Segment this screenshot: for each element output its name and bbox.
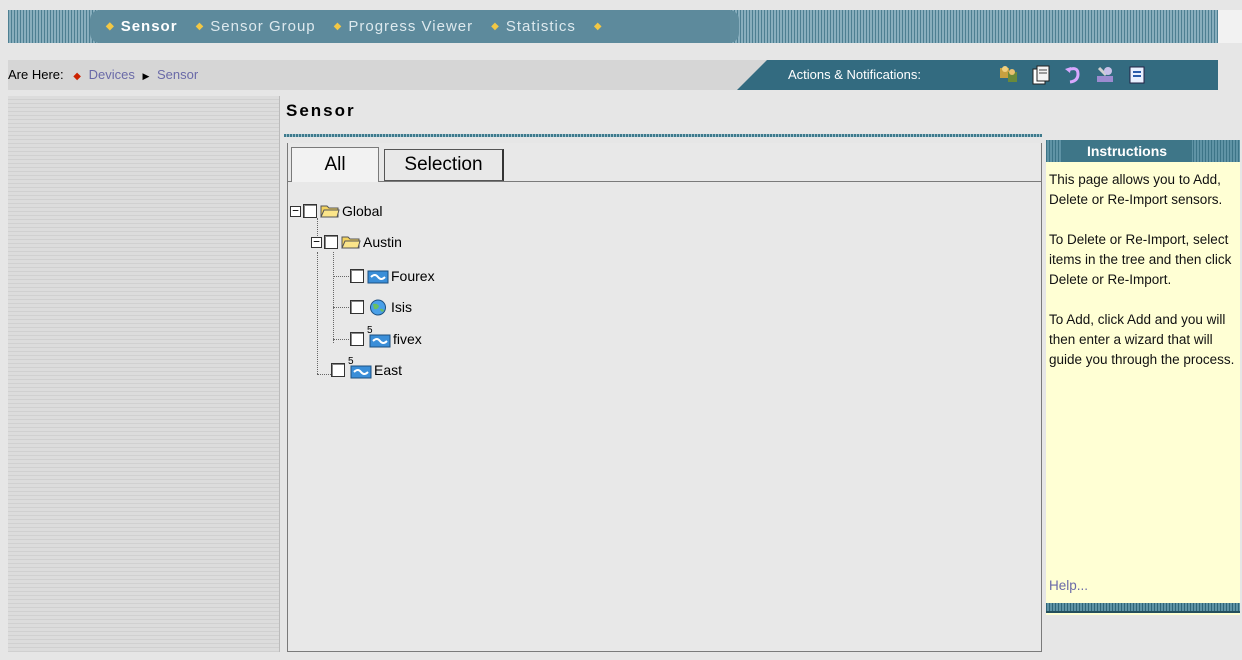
top-nav-bar: ◆ Sensor ◆ Sensor Group ◆ Progress Viewe…: [0, 0, 1242, 54]
tab-label: Progress Viewer: [348, 18, 474, 35]
tree-node-isis[interactable]: Isis: [350, 297, 412, 317]
tree-panel: [287, 143, 1042, 652]
tree-node-label: Global: [342, 203, 383, 219]
folder-open-icon: [320, 205, 340, 218]
tree-node-austin[interactable]: − Austin: [311, 232, 402, 252]
notepad-icon[interactable]: [1126, 64, 1148, 86]
instructions-title: Instructions: [1062, 140, 1192, 162]
tab-baseline: [287, 181, 1042, 182]
breadcrumb-arrow-icon: ▶: [142, 71, 150, 81]
sensor-device-icon: [350, 365, 372, 379]
tree-checkbox[interactable]: [350, 269, 364, 283]
tree-node-fourex[interactable]: Fourex: [350, 266, 435, 286]
instructions-paragraph: To Delete or Re-Import, select items in …: [1049, 232, 1232, 287]
instructions-paragraph: This page allows you to Add, Delete or R…: [1049, 172, 1223, 207]
tree-checkbox[interactable]: [350, 300, 364, 314]
document-icon[interactable]: [1030, 64, 1052, 86]
tree-connector: [333, 252, 334, 343]
sensor-device-icon: [367, 270, 389, 283]
tab-bullet-icon: ◆: [195, 21, 205, 32]
breadcrumb-sensor-link[interactable]: Sensor: [157, 67, 198, 82]
tab-label: Sensor: [120, 18, 178, 35]
tree-node-label: fivex: [393, 331, 422, 347]
tab-end-bullet-icon: ◆: [593, 21, 602, 32]
tree-checkbox[interactable]: [303, 204, 317, 218]
collapse-icon[interactable]: −: [290, 205, 301, 217]
tab-progress-viewer[interactable]: ◆ Progress Viewer: [334, 18, 473, 35]
main-tabs: ◆ Sensor ◆ Sensor Group ◆ Progress Viewe…: [100, 10, 730, 43]
title-divider: [284, 134, 1042, 137]
tree-node-east[interactable]: 5 East: [331, 357, 403, 380]
tree-node-label: Isis: [391, 299, 412, 315]
breadcrumb-bullet-icon: ◆: [73, 71, 81, 82]
tab-label: Sensor Group: [210, 18, 316, 35]
tree-node-global[interactable]: − Global: [290, 201, 382, 221]
users-icon[interactable]: [998, 64, 1020, 86]
instructions-footer-bar: [1046, 603, 1240, 613]
collapse-icon[interactable]: −: [311, 236, 322, 248]
tree-node-label: Austin: [363, 234, 402, 250]
sensor-badge-wrapper: 5: [348, 357, 372, 380]
breadcrumb: Are Here: ◆ Devices ▶ Sensor: [8, 67, 198, 82]
help-link[interactable]: Help...: [1049, 578, 1088, 593]
tab-strip-end: [1218, 10, 1242, 43]
instructions-body: This page allows you to Add, Delete or R…: [1049, 170, 1241, 390]
tab-sensor[interactable]: ◆ Sensor: [106, 18, 178, 35]
undo-icon[interactable]: [1062, 64, 1084, 86]
tree-node-label: East: [374, 362, 403, 378]
instructions-paragraph: To Add, click Add and you will then ente…: [1049, 312, 1235, 367]
tree-connector: [317, 374, 331, 375]
tree-node-fivex[interactable]: 5 fivex: [350, 326, 422, 349]
tree-connector: [317, 252, 318, 374]
tree-node-label: Fourex: [391, 268, 435, 284]
tab-label: Statistics: [505, 18, 576, 35]
left-sidebar: [8, 96, 280, 652]
tab-bullet-icon: ◆: [106, 21, 115, 32]
tree-checkbox[interactable]: [350, 332, 364, 346]
page-title: Sensor: [286, 101, 356, 120]
actions-label: Actions & Notifications:: [788, 67, 921, 82]
tab-statistics[interactable]: ◆ Statistics: [491, 18, 576, 35]
tree-connector: [333, 339, 349, 340]
sensor-device-icon: [369, 334, 391, 348]
tab-all[interactable]: All: [291, 147, 379, 182]
globe-icon: [370, 299, 386, 315]
folder-open-icon: [341, 236, 361, 249]
tools-icon[interactable]: [1094, 64, 1116, 86]
sensor-badge-wrapper: 5: [367, 326, 391, 349]
breadcrumb-devices-link[interactable]: Devices: [89, 67, 135, 82]
tree-connector: [333, 307, 349, 308]
breadcrumb-prefix: Are Here:: [8, 67, 64, 82]
tab-bullet-icon: ◆: [333, 21, 343, 32]
tab-selection[interactable]: Selection: [384, 149, 504, 181]
tab-bullet-icon: ◆: [491, 21, 500, 32]
tab-sensor-group[interactable]: ◆ Sensor Group: [196, 18, 316, 35]
tree-checkbox[interactable]: [331, 363, 345, 377]
tree-checkbox[interactable]: [324, 235, 338, 249]
tree-connector: [333, 276, 349, 277]
